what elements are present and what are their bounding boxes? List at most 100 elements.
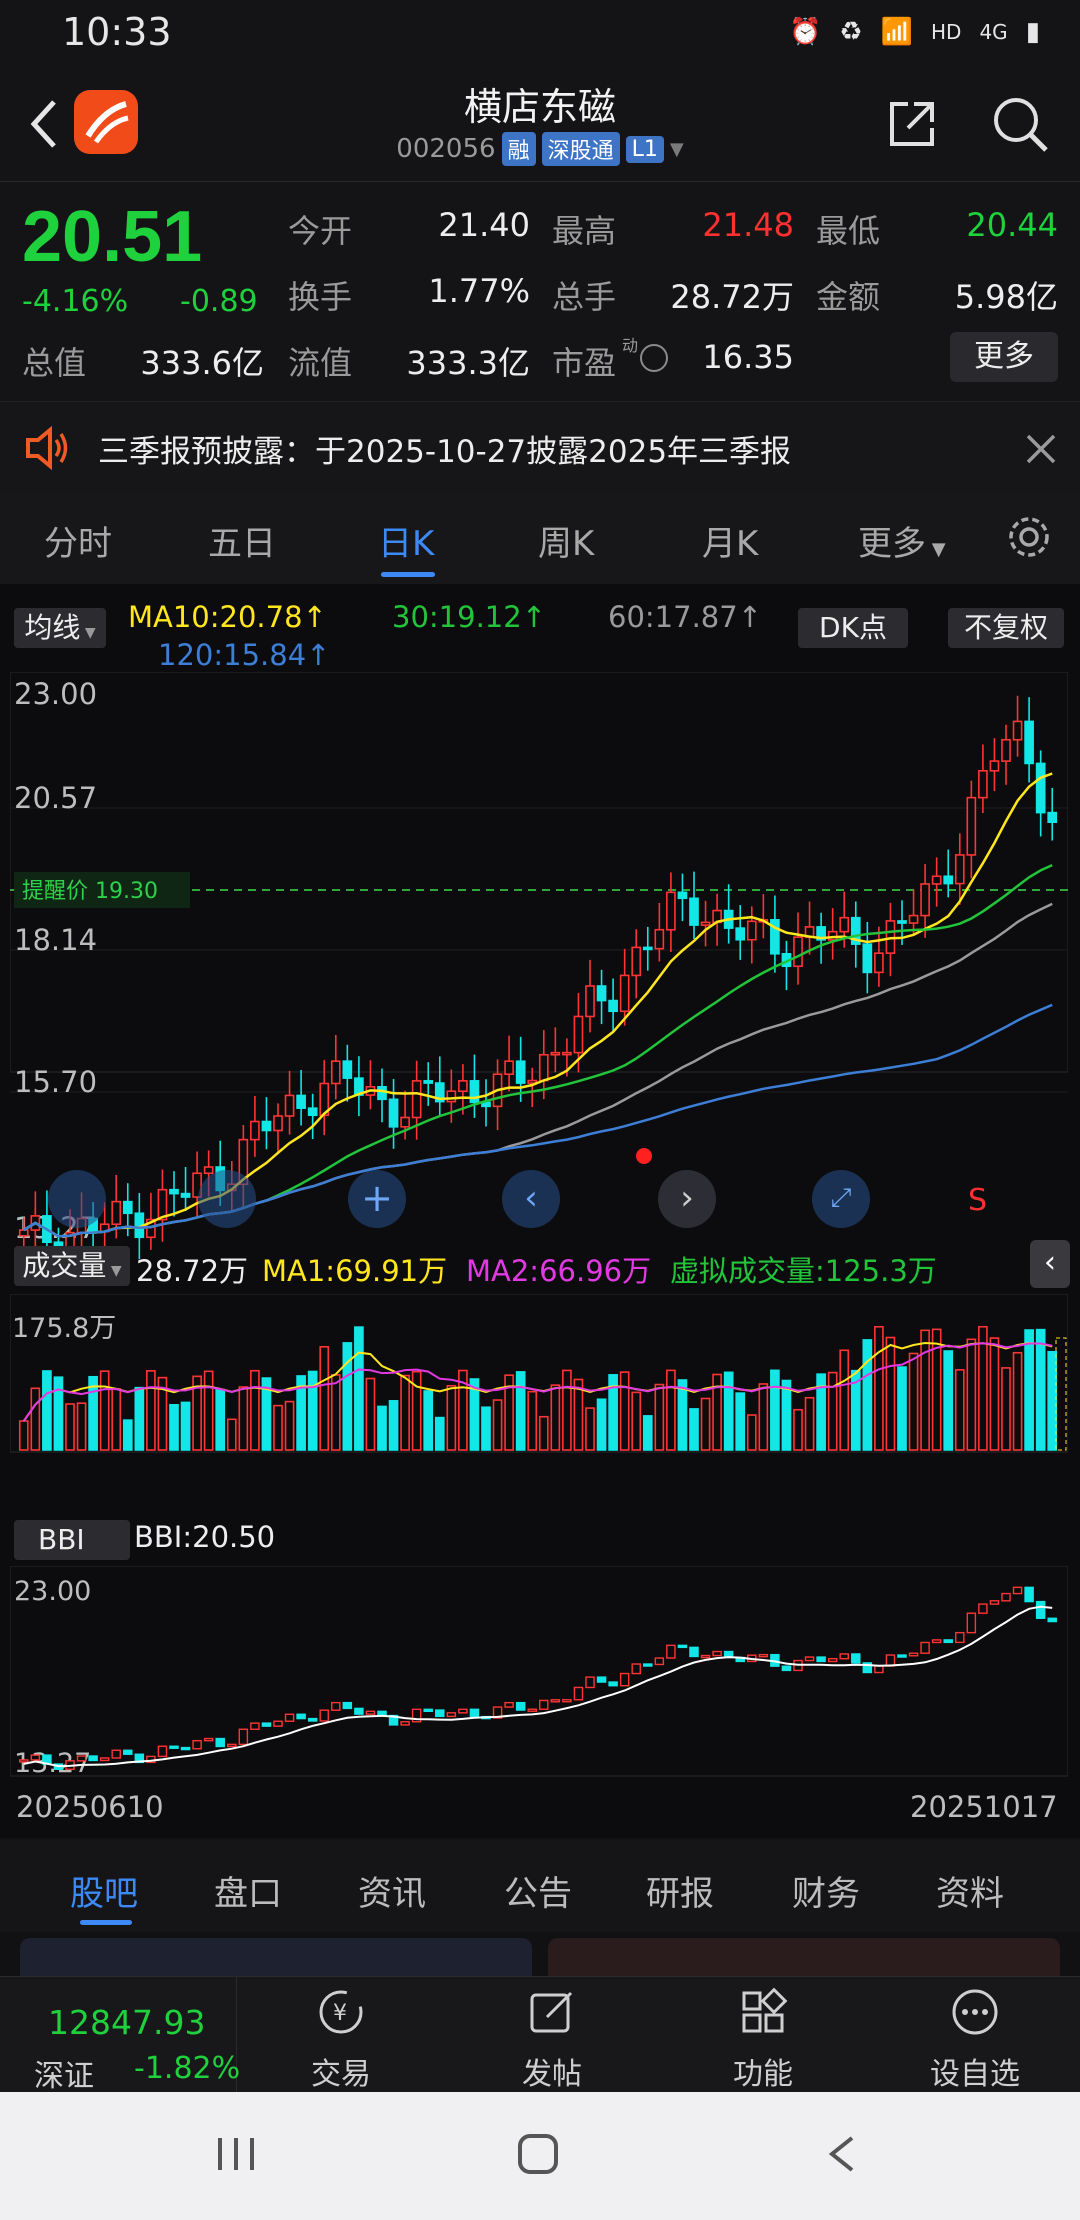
volume-bar [758, 1383, 769, 1451]
virtual-volume-label: 虚拟成交量:125.3万 [670, 1254, 937, 1288]
tab-five-day[interactable]: 五日 [208, 516, 276, 565]
bbi-candle [515, 1701, 526, 1711]
svg-text:¥: ¥ [333, 2001, 347, 2026]
tab-forum[interactable]: 股吧 [70, 1866, 138, 1915]
pe-value: 16.35 [702, 338, 794, 376]
bbi-candle [30, 1754, 41, 1761]
candle-body [966, 796, 977, 856]
status-bar: 10:33 ⏰ ♻ 📶 HD 4G ▮ [0, 0, 1080, 66]
ma30-label: 30:19.12↑ [392, 600, 546, 634]
tab-weekly-k[interactable]: 周K [538, 516, 594, 565]
close-icon[interactable] [1024, 432, 1058, 466]
tab-monthly-k[interactable]: 月K [702, 516, 758, 565]
connect-tag: 深股通 [541, 132, 620, 166]
bbi-candle [469, 1708, 480, 1718]
bbi-candle [284, 1713, 295, 1722]
volume-ma1-label: MA1:69.91万 [262, 1254, 448, 1288]
home-icon[interactable] [516, 2132, 560, 2176]
dk-point-button[interactable]: DK点 [798, 608, 908, 648]
bbi-candle [966, 1612, 977, 1634]
date-start: 20250610 [16, 1790, 164, 1824]
bbi-candle [550, 1699, 561, 1703]
chart-area[interactable]: 均线 ▼ MA10:20.78↑ 30:19.12↑ 60:17.87↑ 120… [0, 584, 1080, 1838]
forum-card[interactable] [20, 1938, 532, 1976]
ma-selector[interactable]: 均线 ▼ [14, 608, 106, 648]
tab-research[interactable]: 研报 [646, 1866, 714, 1915]
bbi-candle [435, 1709, 445, 1718]
virtual-volume-bar [1055, 1337, 1067, 1451]
chevron-left-icon[interactable]: ‹ [502, 1170, 560, 1228]
trade-icon: ¥ [319, 1990, 363, 2034]
change-amount: -0.89 [180, 284, 258, 319]
bbi-candle [989, 1600, 1000, 1605]
recent-apps-icon[interactable] [214, 2134, 258, 2174]
volume-bar [700, 1397, 711, 1451]
candle-body [307, 1107, 318, 1117]
candle-body [1001, 738, 1011, 762]
search-icon[interactable] [990, 94, 1050, 154]
volume-bar [885, 1336, 896, 1451]
tab-intraday[interactable]: 分时 [44, 516, 112, 565]
zoom-in-button[interactable] [198, 1170, 256, 1228]
candle-body [642, 946, 653, 951]
bbi-candle [307, 1717, 318, 1722]
gear-icon[interactable] [1004, 512, 1054, 562]
candle-body [931, 875, 942, 885]
share-icon[interactable] [884, 96, 940, 152]
volume-bar [53, 1376, 64, 1451]
tab-announcements[interactable]: 公告 [504, 1866, 572, 1915]
bbi-candle [955, 1631, 965, 1644]
ma60-label: 60:17.87↑ [608, 600, 762, 634]
no-adjust-button[interactable]: 不复权 [948, 608, 1064, 648]
add-button[interactable]: + [348, 1170, 406, 1228]
notice-bar[interactable]: 三季报预披露：于2025-10-27披露2025年三季报 [0, 401, 1080, 495]
tab-finance[interactable]: 财务 [792, 1866, 860, 1915]
bbi-candle [897, 1654, 907, 1658]
tab-more[interactable]: 更多 ▼ [858, 516, 946, 565]
chevron-right-icon[interactable]: › [658, 1170, 716, 1228]
tab-profile[interactable]: 资料 [936, 1866, 1004, 1915]
nav-functions[interactable]: 功能 [688, 1977, 838, 2093]
nav-trade[interactable]: ¥ 交易 [266, 1977, 416, 2093]
y-label-2: 20.57 [14, 781, 97, 815]
low-value: 20.44 [966, 206, 1058, 244]
system-back-icon[interactable] [824, 2134, 860, 2174]
bbi-candle [273, 1720, 283, 1727]
nav-post[interactable]: 发帖 [477, 1977, 627, 2093]
volume-selector[interactable]: 成交量 ▼ [14, 1246, 130, 1286]
bbi-candle [700, 1654, 711, 1659]
bbi-candle [631, 1663, 641, 1675]
zoom-out-button[interactable] [48, 1170, 106, 1228]
bbi-candle [123, 1749, 133, 1755]
candle-body [839, 916, 850, 933]
index-widget[interactable]: 12847.93 深证 -1.82% [0, 1977, 240, 2094]
volume-bar [215, 1388, 226, 1451]
tab-order-book[interactable]: 盘口 [214, 1866, 282, 1915]
bbi-candle [874, 1665, 884, 1674]
bbi-y-top: 23.00 [14, 1576, 91, 1607]
candle-body [388, 1098, 399, 1128]
bbi-candle [238, 1728, 249, 1746]
bbi-candle [458, 1708, 468, 1714]
volume-bar [400, 1374, 410, 1451]
collapse-panel-icon[interactable]: ‹ [1030, 1240, 1070, 1288]
mcap-value: 333.6亿 [140, 344, 264, 382]
expand-icon[interactable]: ⤢ [812, 1170, 870, 1228]
notice-text: 三季报预披露：于2025-10-27披露2025年三季报 [98, 434, 792, 470]
tab-daily-k[interactable]: 日K [378, 516, 434, 565]
pe-info-icon[interactable] [640, 344, 668, 372]
candle-body [793, 936, 803, 968]
hot-card[interactable] [548, 1938, 1060, 1976]
more-quote-button[interactable]: 更多 [950, 332, 1058, 382]
wifi-icon: 📶 [880, 17, 913, 47]
tab-news[interactable]: 资讯 [358, 1866, 426, 1915]
nav-watchlist[interactable]: 设自选 [900, 1977, 1050, 2093]
candle-body [746, 920, 757, 941]
volume-bar [423, 1390, 434, 1451]
bbi-candle [1035, 1600, 1046, 1619]
stock-code: 002056 [396, 134, 496, 164]
candle-body [908, 914, 919, 924]
bbi-selector[interactable]: BBI [14, 1520, 130, 1560]
bbi-candle [331, 1701, 341, 1711]
volume-bar [874, 1325, 884, 1451]
